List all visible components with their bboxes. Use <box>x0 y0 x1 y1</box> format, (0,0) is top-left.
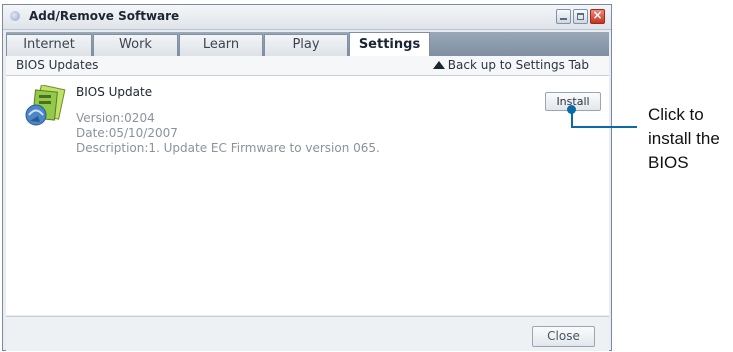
minimize-button[interactable] <box>556 9 571 24</box>
callout-leader-horizontal <box>571 126 637 128</box>
tab-internet[interactable]: Internet <box>6 34 92 56</box>
tab-play[interactable]: Play <box>264 34 348 56</box>
back-to-settings-link[interactable]: Back up to Settings Tab <box>432 58 589 72</box>
tab-bar: Internet Work Learn Play Settings <box>6 32 609 56</box>
item-description: Description:1. Update EC Firmware to ver… <box>76 141 380 155</box>
app-title-icon <box>10 11 20 21</box>
callout-text: Click to install the BIOS <box>648 103 733 175</box>
close-button[interactable]: Close <box>532 326 595 347</box>
title-bar[interactable]: Add/Remove Software × <box>3 5 611 30</box>
callout-line-1: Click to <box>648 105 704 124</box>
software-package-icon <box>22 84 66 129</box>
callout-dot <box>567 105 576 114</box>
item-date: Date:05/10/2007 <box>76 126 178 140</box>
software-list: BIOS Update Version:0204 Date:05/10/2007… <box>6 76 609 315</box>
item-title: BIOS Update <box>76 85 153 99</box>
up-arrow-icon <box>432 61 445 69</box>
tab-settings[interactable]: Settings <box>349 32 430 56</box>
item-version: Version:0204 <box>76 111 155 125</box>
footer-bar: Close <box>6 316 609 351</box>
add-remove-software-window: Add/Remove Software × Internet Work Lear… <box>2 4 612 351</box>
back-link-label: Back up to Settings Tab <box>447 58 589 72</box>
section-title: BIOS Updates <box>16 58 99 72</box>
maximize-button[interactable] <box>573 9 588 24</box>
close-window-button[interactable]: × <box>590 8 605 24</box>
tab-work[interactable]: Work <box>93 34 178 56</box>
minimize-icon <box>560 18 567 20</box>
callout-line-2: install the <box>648 129 720 148</box>
close-icon: × <box>592 8 603 22</box>
section-bar: BIOS Updates Back up to Settings Tab <box>6 56 609 76</box>
window-title: Add/Remove Software <box>29 9 180 23</box>
tab-learn[interactable]: Learn <box>179 34 263 56</box>
callout-line-3: BIOS <box>648 153 689 172</box>
maximize-icon <box>577 13 584 20</box>
